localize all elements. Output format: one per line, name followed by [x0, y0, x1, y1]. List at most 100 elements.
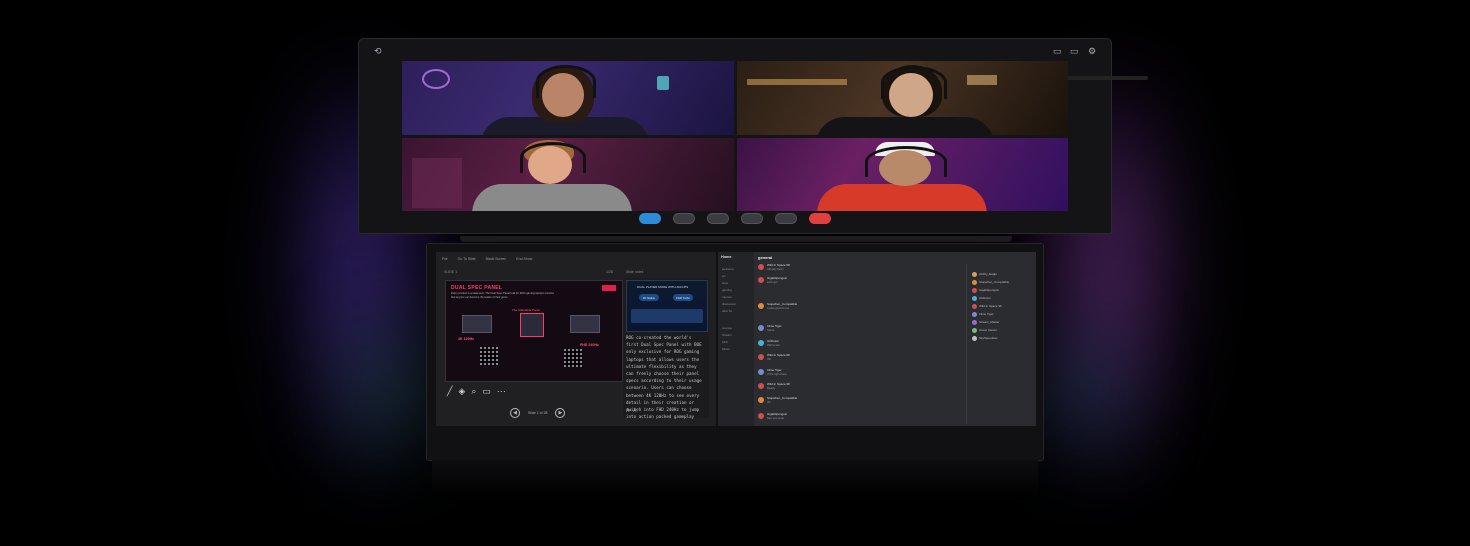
thumb-pill-left: 4K Native	[639, 294, 659, 301]
pixel-grid-icon	[564, 349, 582, 367]
avatar[interactable]	[758, 397, 764, 403]
video-tile-participant-4[interactable]	[736, 137, 1068, 211]
chat-message: Wild In Space 98 Ready	[758, 382, 958, 393]
slide-title: DUAL SPEC PANEL	[451, 285, 503, 291]
ceiling-light	[746, 79, 847, 85]
avatar[interactable]	[758, 354, 764, 360]
headset	[880, 66, 947, 99]
laptop-screen-icon	[462, 315, 492, 333]
zoom-icon[interactable]: ⌕	[471, 386, 476, 397]
avatar[interactable]	[758, 277, 764, 283]
monitor-icon[interactable]: ▭	[1070, 46, 1079, 57]
member-list: Ghibly_Eagle Stopwhen_Compatible Gigabit…	[966, 264, 1033, 424]
screen-icon[interactable]	[741, 212, 763, 224]
more-icon[interactable]	[775, 212, 797, 224]
chat-message: Ghibulon Wait a sec	[758, 339, 958, 350]
ambient-glow-right-lower	[1040, 300, 1130, 480]
chat-window: Home welcome art clips gaming memes disc…	[718, 252, 1036, 426]
avatar	[972, 328, 977, 333]
avatar	[972, 296, 977, 301]
thumb-pill-right: FHD Turbo	[673, 294, 693, 301]
ceiling-light	[966, 75, 997, 85]
channel-item[interactable]: discussion	[722, 302, 736, 306]
more-icon[interactable]: ⋯	[497, 386, 506, 397]
chat-message: Wild In Space 98 Already here!	[758, 263, 958, 274]
video-tile-participant-1[interactable]	[402, 61, 734, 135]
avatar	[972, 272, 977, 277]
ambient-glow-left-lower	[340, 300, 430, 480]
spec-label-4k: 4K 120Hz	[458, 337, 474, 341]
prev-slide-icon[interactable]: ◀	[510, 408, 520, 418]
laptop-base-front	[432, 460, 1038, 500]
video-icon[interactable]	[673, 212, 695, 224]
background-shelf	[412, 157, 462, 208]
voice-channel-item[interactable]: Stream	[722, 333, 732, 337]
thumb-title: DUAL PLAYER MODE WITH 200 FPS	[637, 285, 689, 289]
hangup-icon[interactable]	[809, 212, 831, 224]
rog-logo	[602, 285, 616, 291]
window-icon[interactable]: ▭	[1053, 46, 1062, 57]
channel-item[interactable]: clips	[722, 281, 728, 285]
person-body	[816, 183, 987, 211]
chat-message: Stopwhen_Compatible Ok	[758, 396, 958, 407]
avatar[interactable]	[758, 303, 764, 309]
avatar	[972, 304, 977, 309]
gear-icon[interactable]: ⚙	[1088, 46, 1096, 57]
channel-title: general	[758, 255, 773, 260]
toolbar-item-end-show[interactable]: End Show	[516, 257, 532, 261]
notes-label: Slide notes	[626, 270, 644, 274]
avatar[interactable]	[758, 369, 764, 375]
avatar	[972, 336, 977, 341]
presenter-window: File Go To Slide Black Screen End Show S…	[436, 252, 716, 426]
channel-item[interactable]: memes	[722, 295, 732, 299]
back-icon[interactable]: ⟲	[374, 46, 382, 57]
person-body	[814, 117, 995, 135]
notes-panel: DUAL PLAYER MODE WITH 200 FPS 4K Native …	[623, 278, 709, 419]
notes-zoom-icons[interactable]: A⁺ A⁻	[626, 408, 639, 414]
avatar[interactable]	[758, 325, 764, 331]
call-control-bar	[402, 211, 1068, 225]
avatar	[972, 320, 977, 325]
channel-sidebar: Home welcome art clips gaming memes disc…	[718, 252, 754, 426]
headset	[864, 145, 947, 177]
person-body	[472, 183, 632, 211]
presenter-toolbar: File Go To Slide Black Screen End Show	[436, 252, 716, 265]
voice-channel-item[interactable]: Music	[722, 347, 730, 351]
spec-label-fhd: FHD 240Hz	[580, 343, 599, 347]
channel-item[interactable]: art	[722, 274, 726, 278]
voice-channel-item[interactable]: Lounge	[722, 326, 732, 330]
chat-message: Inline Tiger Same	[758, 324, 958, 335]
avatar[interactable]	[758, 264, 764, 270]
chat-message: Stopwhen_Compatible Looks good to me	[758, 302, 958, 313]
toolbar-item-file[interactable]: File	[442, 257, 448, 261]
headset	[536, 65, 596, 98]
mic-icon[interactable]	[639, 212, 661, 224]
pen-icon[interactable]: ╱	[447, 386, 452, 397]
screen-icon[interactable]: ▭	[482, 386, 491, 397]
next-slide-thumbnail[interactable]: DUAL PLAYER MODE WITH 200 FPS 4K Native …	[626, 280, 708, 332]
avatar	[972, 280, 977, 285]
toolbar-item-black-screen[interactable]: Black Screen	[486, 257, 507, 261]
video-tile-participant-2[interactable]	[736, 61, 1068, 135]
channel-item[interactable]: gaming	[722, 288, 732, 292]
desk-lamp	[657, 76, 669, 90]
current-slide[interactable]: DUAL SPEC PANEL Every product is a state…	[445, 280, 623, 382]
channel-item[interactable]: after 5s	[722, 309, 732, 313]
avatar	[972, 312, 977, 317]
slide-pager: ◀ Slide 1 of 28 ▶	[510, 408, 566, 418]
toolbar-item-go-to-slide[interactable]: Go To Slide	[458, 257, 476, 261]
channel-item[interactable]: welcome	[722, 267, 734, 271]
avatar[interactable]	[758, 340, 764, 346]
next-slide-icon[interactable]: ▶	[555, 408, 566, 418]
chat-message: Inline Tiger I'll be right there	[758, 368, 958, 379]
avatar[interactable]	[758, 413, 764, 419]
video-tile-participant-3[interactable]	[402, 137, 734, 211]
share-icon[interactable]	[707, 212, 729, 224]
chat-message: Gigabitpenguin See you soon	[758, 412, 958, 423]
thumb-graphic	[631, 309, 703, 323]
headset	[520, 141, 586, 173]
voice-channel-item[interactable]: AFK	[722, 340, 728, 344]
laser-icon[interactable]: ◈	[458, 386, 465, 397]
neon-ring	[422, 69, 450, 89]
avatar[interactable]	[758, 383, 764, 389]
